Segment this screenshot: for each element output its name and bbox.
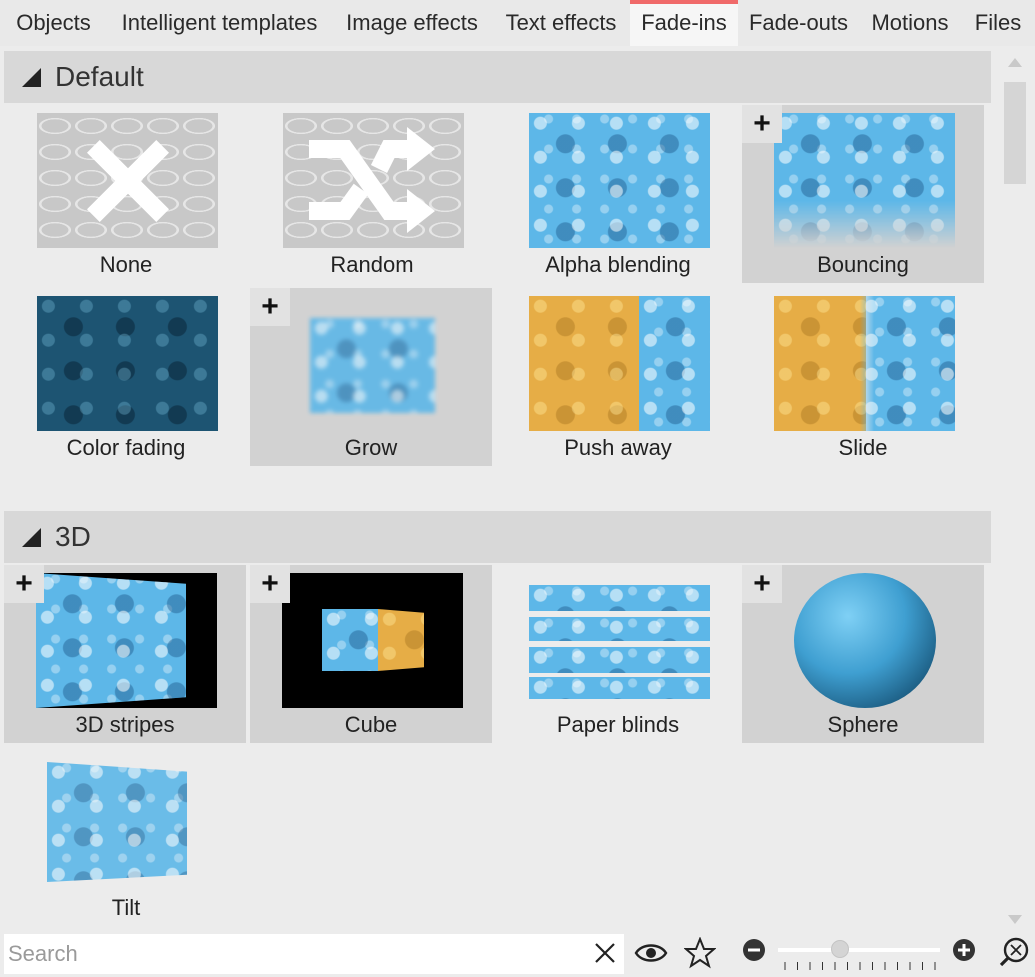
effect-label: Alpha blending: [545, 252, 691, 277]
add-effect-button[interactable]: +: [250, 565, 290, 603]
scroll-down-arrow-icon[interactable]: [1008, 915, 1022, 924]
tab-files[interactable]: Files: [961, 0, 1035, 46]
add-effect-button[interactable]: +: [742, 565, 782, 603]
effect-tile-cube[interactable]: + Cube: [250, 565, 492, 743]
x-icon: [83, 136, 173, 226]
tab-fade-outs[interactable]: Fade-outs: [738, 0, 859, 46]
effect-tile-paper-blinds[interactable]: Paper blinds: [497, 565, 739, 743]
effect-thumbnail: [529, 573, 710, 708]
zoom-slider[interactable]: [778, 948, 940, 952]
effect-label: Random: [330, 252, 414, 277]
zoom-fit-icon[interactable]: [998, 936, 1030, 968]
add-effect-button[interactable]: +: [742, 105, 782, 143]
effect-label: 3D stripes: [75, 712, 175, 737]
add-effect-button[interactable]: +: [250, 288, 290, 326]
effect-label: Cube: [344, 712, 398, 737]
effects-list: Default None Random Alpha blending + Bou…: [0, 46, 1000, 930]
effect-tile-push-away[interactable]: Push away: [497, 288, 739, 466]
effect-label: Tilt: [111, 895, 141, 920]
effect-tile-sphere[interactable]: + Sphere: [742, 565, 984, 743]
tab-motions[interactable]: Motions: [859, 0, 961, 46]
zoom-in-icon[interactable]: [952, 938, 976, 962]
effect-thumbnail: [282, 573, 463, 708]
effect-label: Grow: [344, 435, 398, 460]
effect-tile-slide[interactable]: Slide: [742, 288, 984, 466]
effect-tile-none[interactable]: None: [5, 105, 247, 283]
effect-thumbnail: [282, 296, 463, 431]
effect-thumbnail: [36, 573, 217, 708]
effect-tile-tilt[interactable]: Tilt: [5, 748, 247, 926]
tab-objects[interactable]: Objects: [0, 0, 107, 46]
effect-tile-color-fading[interactable]: Color fading: [5, 288, 247, 466]
effect-thumbnail: [37, 756, 218, 891]
section-header-3d[interactable]: 3D: [4, 511, 991, 563]
effect-tile-alpha-blending[interactable]: Alpha blending: [497, 105, 739, 283]
shuffle-icon: [309, 127, 435, 233]
scroll-up-arrow-icon[interactable]: [1008, 58, 1022, 67]
vertical-scrollbar[interactable]: [1004, 54, 1026, 928]
zoom-out-icon[interactable]: [742, 938, 766, 962]
effect-label: Sphere: [827, 712, 899, 737]
effect-thumbnail: [774, 573, 955, 708]
effect-thumbnail: [774, 296, 955, 431]
effect-thumbnail: [529, 296, 710, 431]
clear-search-icon[interactable]: [594, 942, 616, 964]
effect-tile-grow[interactable]: + Grow: [250, 288, 492, 466]
collapse-triangle-icon: [22, 67, 41, 87]
effect-thumbnail: [283, 113, 464, 248]
search-input[interactable]: [4, 934, 624, 974]
effect-thumbnail: [774, 113, 955, 248]
effect-thumbnail: [529, 113, 710, 248]
section-header-default[interactable]: Default: [4, 51, 991, 103]
effect-label: Bouncing: [817, 252, 909, 277]
add-effect-button[interactable]: +: [4, 565, 44, 603]
effect-label: Slide: [838, 435, 888, 460]
effect-label: Push away: [564, 435, 672, 460]
effect-thumbnail: [37, 296, 218, 431]
zoom-slider-ticks: [784, 962, 936, 970]
section-title: Default: [55, 61, 144, 92]
tab-text-effects[interactable]: Text effects: [492, 0, 630, 46]
collapse-triangle-icon: [22, 527, 41, 547]
scrollbar-thumb[interactable]: [1004, 82, 1026, 184]
tab-intelligent-templates[interactable]: Intelligent templates: [107, 0, 332, 46]
star-icon[interactable]: [684, 937, 716, 969]
eye-icon[interactable]: [634, 941, 668, 965]
effect-label: None: [99, 252, 153, 277]
effect-label: Paper blinds: [556, 712, 680, 737]
effect-tile-random[interactable]: Random: [251, 105, 493, 283]
zoom-slider-thumb[interactable]: [830, 940, 849, 958]
effect-thumbnail: [37, 113, 218, 248]
tab-image-effects[interactable]: Image effects: [332, 0, 492, 46]
effect-tile-3d-stripes[interactable]: + 3D stripes: [4, 565, 246, 743]
effect-label: Color fading: [66, 435, 186, 460]
tab-fade-ins[interactable]: Fade-ins: [630, 0, 738, 46]
effects-tab-bar: Objects Intelligent templates Image effe…: [0, 0, 1035, 46]
section-title: 3D: [55, 521, 91, 552]
bottom-toolbar: [0, 930, 1035, 977]
effect-tile-bouncing[interactable]: + Bouncing: [742, 105, 984, 283]
